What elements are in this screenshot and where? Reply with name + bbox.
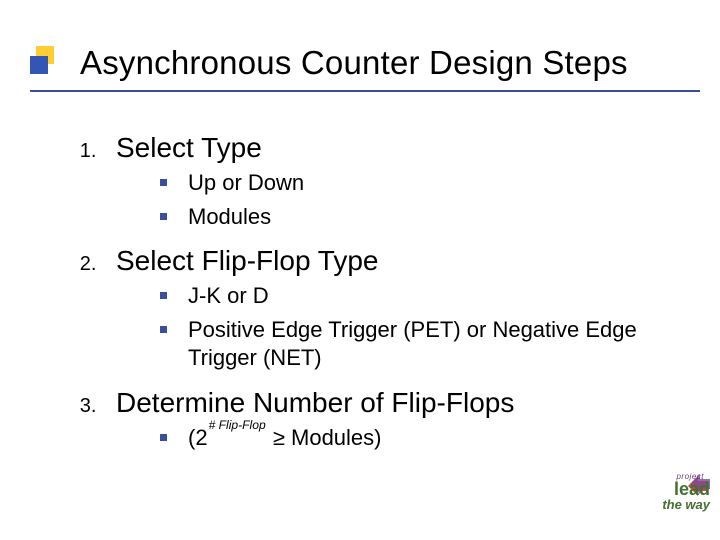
step-3: Determine Number of Flip-Flops (2# Flip-… — [102, 387, 690, 453]
logo-theway: the way — [662, 498, 710, 511]
step-2: Select Flip-Flop Type J-K or D Positive … — [102, 245, 690, 373]
step-2-sub-1: J-K or D — [160, 282, 690, 311]
logo-lead: lead — [674, 480, 710, 498]
step-1-sub-1: Up or Down — [160, 169, 690, 198]
slide-title: Asynchronous Counter Design Steps — [80, 44, 700, 82]
step-2-sub-2: Positive Edge Trigger (PET) or Negative … — [160, 316, 690, 373]
step-3-sub: (2# Flip-Flop ≥ Modules) — [116, 424, 690, 453]
pltw-logo: project lead the way — [620, 472, 710, 532]
title-underline — [30, 90, 700, 92]
main-list: Select Type Up or Down Modules Select Fl… — [60, 132, 690, 453]
formula-suffix: ≥ Modules) — [267, 425, 382, 450]
formula-prefix: (2 — [188, 425, 208, 450]
step-1-sub-2: Modules — [160, 203, 690, 232]
step-1-sub: Up or Down Modules — [116, 169, 690, 231]
slide-title-row: Asynchronous Counter Design Steps — [30, 44, 700, 82]
title-decor-icon — [30, 46, 64, 80]
step-3-label: Determine Number of Flip-Flops — [116, 387, 514, 418]
step-2-label: Select Flip-Flop Type — [116, 245, 379, 276]
step-3-sub-1: (2# Flip-Flop ≥ Modules) — [160, 424, 690, 453]
step-1: Select Type Up or Down Modules — [102, 132, 690, 231]
step-2-sub: J-K or D Positive Edge Trigger (PET) or … — [116, 282, 690, 373]
formula-exponent: # Flip-Flop — [208, 418, 267, 432]
content-area: Select Type Up or Down Modules Select Fl… — [60, 132, 690, 467]
step-1-label: Select Type — [116, 132, 262, 163]
